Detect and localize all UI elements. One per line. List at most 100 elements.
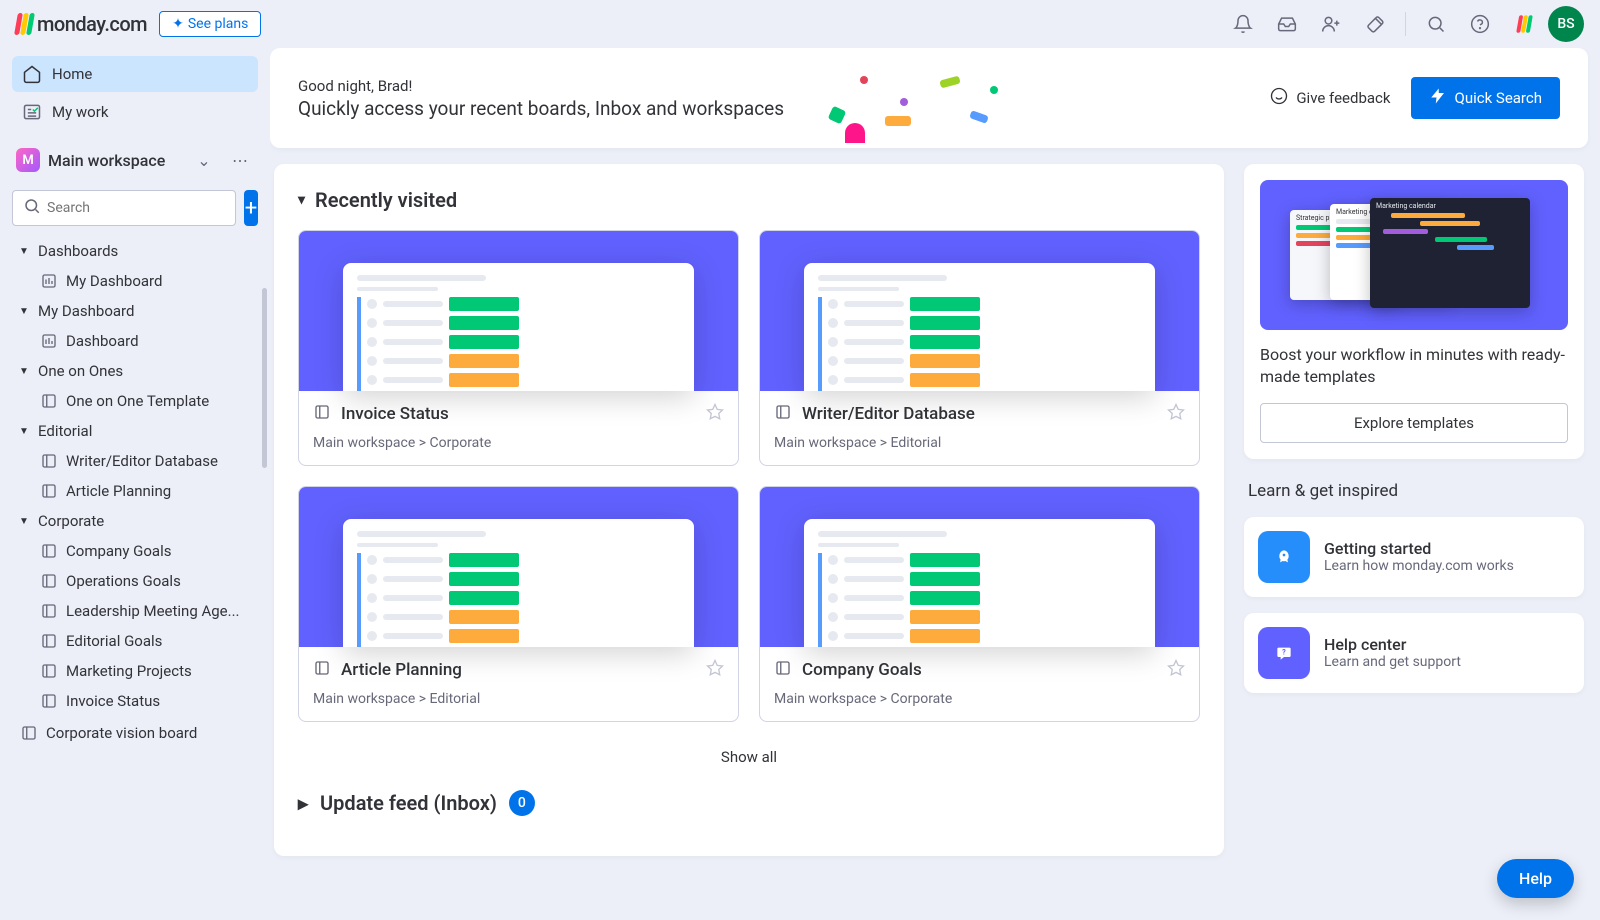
help-floating-button[interactable]: Help xyxy=(1497,859,1574,898)
caret-down-icon: ▼ xyxy=(16,426,32,437)
tree-item[interactable]: Article Planning xyxy=(12,476,258,506)
add-button[interactable]: + xyxy=(244,190,258,226)
star-icon[interactable] xyxy=(1167,403,1185,425)
tree-item[interactable]: Operations Goals xyxy=(12,566,258,596)
tree-group-header[interactable]: ▼Editorial xyxy=(12,416,258,446)
tree-item-label: Company Goals xyxy=(66,542,171,560)
board-card-path: Main workspace > Editorial xyxy=(313,691,724,707)
tree-group-label: Corporate xyxy=(38,512,104,530)
nav-my-work[interactable]: My work xyxy=(12,94,258,130)
brand-name: monday.com xyxy=(37,12,147,36)
search-everything-icon[interactable] xyxy=(1416,4,1456,44)
explore-templates-button[interactable]: Explore templates xyxy=(1260,403,1568,443)
tree-item[interactable]: Company Goals xyxy=(12,536,258,566)
sidebar-search[interactable] xyxy=(12,190,236,226)
inbox-icon[interactable] xyxy=(1267,4,1307,44)
tree-group-header[interactable]: ▼Dashboards xyxy=(12,236,258,266)
product-switcher-icon[interactable] xyxy=(1504,4,1544,44)
my-work-icon xyxy=(22,102,42,122)
workspace-badge-icon xyxy=(16,148,40,172)
give-feedback-button[interactable]: Give feedback xyxy=(1270,87,1390,109)
tree-item-label: Invoice Status xyxy=(66,692,160,710)
tree-item[interactable]: Editorial Goals xyxy=(12,626,258,656)
board-icon xyxy=(40,572,58,590)
board-icon xyxy=(313,403,331,425)
learn-heading: Learn & get inspired xyxy=(1244,475,1584,501)
board-card[interactable]: Invoice StatusMain workspace > Corporate xyxy=(298,230,739,466)
help-center-title: Help center xyxy=(1324,635,1461,654)
board-card-thumbnail xyxy=(760,487,1199,647)
see-plans-label: See plans xyxy=(188,16,248,32)
caret-down-icon: ▼ xyxy=(16,516,32,527)
workspace-name[interactable]: Main workspace xyxy=(48,151,182,170)
board-card-thumbnail xyxy=(299,487,738,647)
apps-icon[interactable] xyxy=(1355,4,1395,44)
tree-item[interactable]: Writer/Editor Database xyxy=(12,446,258,476)
sidebar-search-input[interactable] xyxy=(47,200,225,216)
tree-item[interactable]: One on One Template xyxy=(12,386,258,416)
help-center-sub: Learn and get support xyxy=(1324,654,1461,670)
board-icon xyxy=(40,602,58,620)
feedback-icon xyxy=(1270,87,1288,109)
caret-down-icon: ▼ xyxy=(16,246,32,257)
plus-icon: + xyxy=(245,196,257,221)
update-feed-title: Update feed (Inbox) xyxy=(320,791,497,815)
search-icon xyxy=(23,197,41,219)
board-card[interactable]: Writer/Editor DatabaseMain workspace > E… xyxy=(759,230,1200,466)
tree-group-header[interactable]: ▼One on Ones xyxy=(12,356,258,386)
getting-started-card[interactable]: Getting started Learn how monday.com wor… xyxy=(1244,517,1584,597)
board-icon xyxy=(313,659,331,681)
board-card-title: Invoice Status xyxy=(341,404,696,424)
show-all-button[interactable]: Show all xyxy=(298,748,1200,766)
board-icon xyxy=(20,724,38,742)
help-center-icon: ? xyxy=(1258,627,1310,679)
caret-down-icon: ▼ xyxy=(16,306,32,317)
invite-members-icon[interactable] xyxy=(1311,4,1351,44)
board-icon xyxy=(40,662,58,680)
star-icon[interactable] xyxy=(706,403,724,425)
board-icon xyxy=(40,542,58,560)
board-card-thumbnail xyxy=(299,231,738,391)
tree-item[interactable]: Leadership Meeting Age... xyxy=(12,596,258,626)
avatar[interactable]: BS xyxy=(1548,6,1584,42)
board-card-title: Writer/Editor Database xyxy=(802,404,1157,424)
board-icon xyxy=(40,632,58,650)
bolt-icon xyxy=(1429,87,1447,109)
sparkle-icon: ✦ xyxy=(172,16,184,32)
tree-item[interactable]: Invoice Status xyxy=(12,686,258,716)
help-center-card[interactable]: ? Help center Learn and get support xyxy=(1244,613,1584,693)
workspace-menu-icon[interactable]: ⋯ xyxy=(226,146,254,174)
brand-logo[interactable]: monday.com xyxy=(16,12,147,36)
tree-item[interactable]: Marketing Projects xyxy=(12,656,258,686)
nav-home[interactable]: Home xyxy=(12,56,258,92)
star-icon[interactable] xyxy=(1167,659,1185,681)
board-card[interactable]: Article PlanningMain workspace > Editori… xyxy=(298,486,739,722)
give-feedback-label: Give feedback xyxy=(1296,89,1390,107)
recently-visited-header[interactable]: ▾ Recently visited xyxy=(298,188,1200,212)
tree-item[interactable]: My Dashboard xyxy=(12,266,258,296)
greeting: Good night, Brad! xyxy=(298,77,784,95)
star-icon[interactable] xyxy=(706,659,724,681)
board-icon xyxy=(774,403,792,425)
update-feed-count: 0 xyxy=(509,790,535,816)
sidebar-item-label: Corporate vision board xyxy=(46,724,197,742)
quick-search-button[interactable]: Quick Search xyxy=(1411,77,1561,119)
update-feed-header[interactable]: ▸ Update feed (Inbox) 0 xyxy=(298,790,1200,816)
see-plans-button[interactable]: ✦ See plans xyxy=(159,11,261,37)
section-title-label: Recently visited xyxy=(315,188,457,212)
board-card[interactable]: Company GoalsMain workspace > Corporate xyxy=(759,486,1200,722)
help-icon[interactable] xyxy=(1460,4,1500,44)
tree-group-header[interactable]: ▼ Corporate xyxy=(12,506,258,536)
rocket-icon xyxy=(1258,531,1310,583)
board-card-title: Company Goals xyxy=(802,660,1157,680)
workspace-chevron-down-icon[interactable]: ⌄ xyxy=(190,146,218,174)
nav-my-work-label: My work xyxy=(52,103,108,121)
tree-item-label: Operations Goals xyxy=(66,572,181,590)
tree-group-header[interactable]: ▼My Dashboard xyxy=(12,296,258,326)
board-icon xyxy=(40,452,58,470)
notifications-icon[interactable] xyxy=(1223,4,1263,44)
tree-item-label: Leadership Meeting Age... xyxy=(66,602,240,620)
dashboard-icon xyxy=(40,332,58,350)
tree-item[interactable]: Dashboard xyxy=(12,326,258,356)
sidebar-item-corporate-vision[interactable]: Corporate vision board xyxy=(12,718,258,748)
